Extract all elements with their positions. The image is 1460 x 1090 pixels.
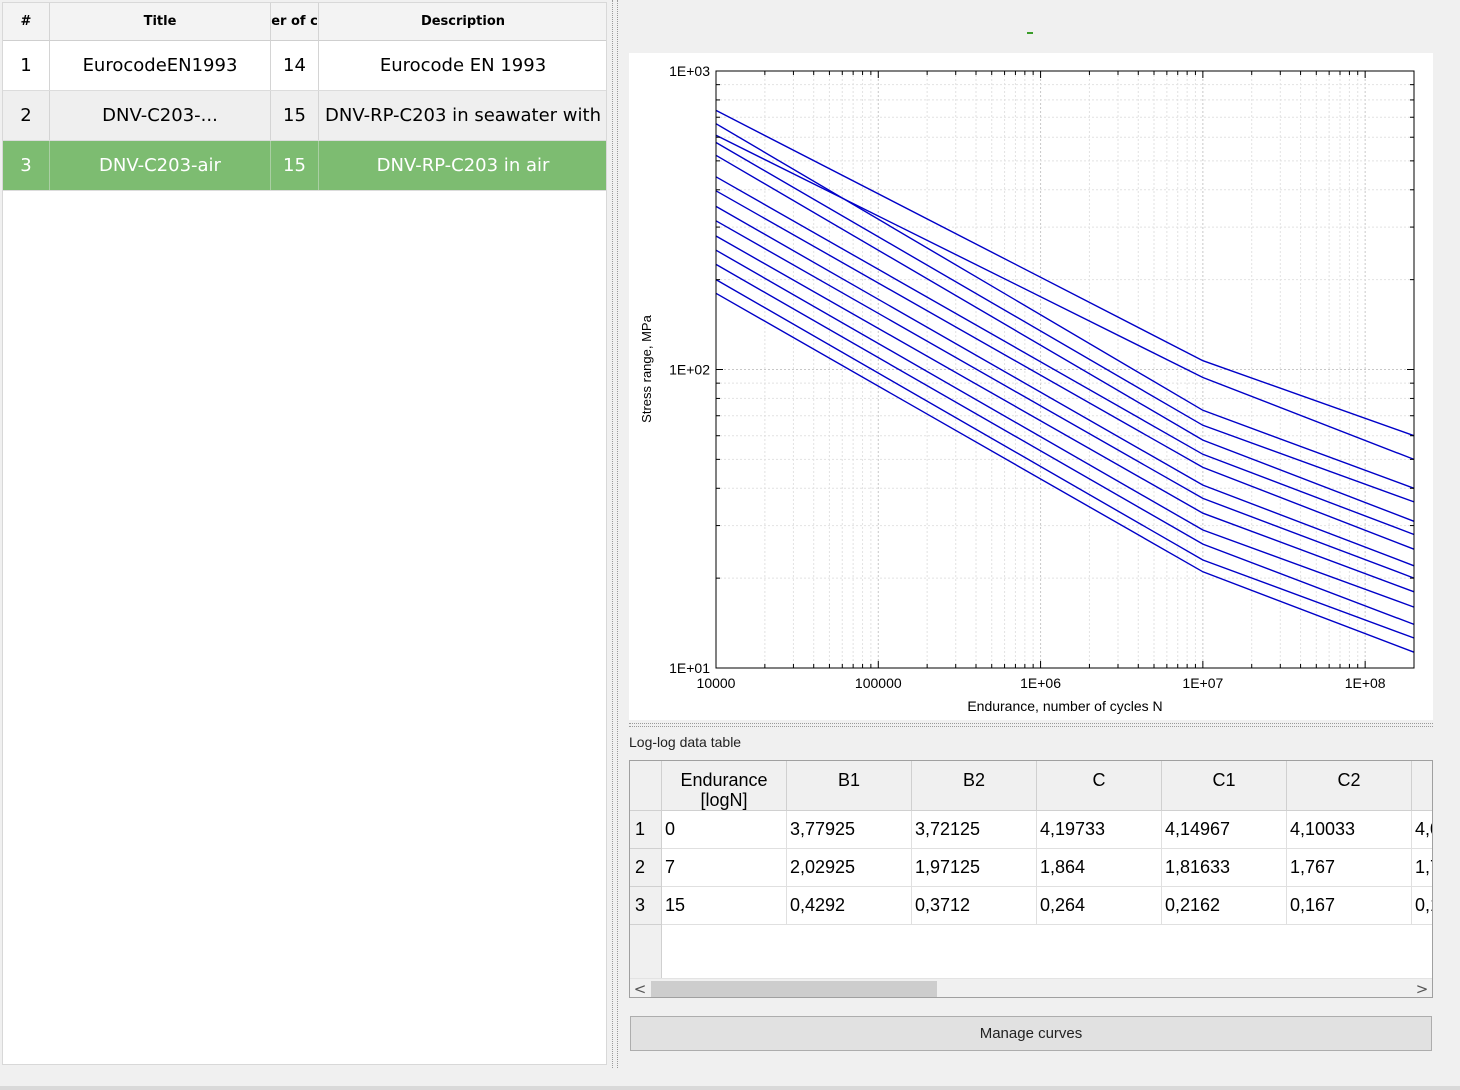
table-cell[interactable]: 0 <box>662 811 787 849</box>
table-cell[interactable]: 0,3712 <box>912 887 1037 925</box>
sn-curve-line-2 <box>715 134 1415 461</box>
y-tick-label: 1E+03 <box>669 63 710 79</box>
table-cell[interactable]: 0,2162 <box>1162 887 1287 925</box>
row-header-3[interactable]: 3 <box>630 887 662 925</box>
sn-curve-line-9 <box>715 220 1415 579</box>
row-index: 2 <box>3 91 50 140</box>
row-count: 15 <box>271 141 319 190</box>
column-header-endurance[interactable]: Endurance [logN] <box>662 761 787 811</box>
row-count: 14 <box>271 41 319 90</box>
x-tick-label: 10000 <box>697 675 736 691</box>
table-cell[interactable]: 4,0 <box>1412 811 1432 849</box>
column-header-title[interactable]: Title <box>50 3 271 41</box>
row-title: DNV-C203-... <box>50 91 271 140</box>
curves-table[interactable]: # Title er of c Description 1 EurocodeEN… <box>2 2 607 1065</box>
curve-row-2[interactable]: 2 DNV-C203-... 15 DNV-RP-C203 in seawate… <box>3 91 606 141</box>
sn-curve-line-8 <box>715 205 1415 567</box>
row-index: 1 <box>3 41 50 90</box>
row-description: DNV-RP-C203 in air <box>319 141 606 190</box>
row-header-2[interactable]: 2 <box>630 849 662 887</box>
x-tick-label: 1E+08 <box>1345 675 1386 691</box>
sn-curve-line-5 <box>715 154 1415 522</box>
x-tick-label: 100000 <box>855 675 902 691</box>
curves-table-header: # Title er of c Description <box>3 3 606 41</box>
column-header-b1[interactable]: B1 <box>787 761 912 811</box>
row-header-gutter <box>630 925 662 979</box>
table-corner[interactable] <box>630 761 662 811</box>
scrollbar-thumb[interactable] <box>651 981 937 997</box>
sn-curve-line-12 <box>715 263 1415 626</box>
row-description: Eurocode EN 1993 <box>319 41 606 90</box>
sn-curve-line-14 <box>715 292 1415 653</box>
column-header-index[interactable]: # <box>3 3 50 41</box>
chart-tick-labels: 10000 100000 1E+06 1E+07 1E+08 1E+01 1E+02 1E+0… <box>669 63 1386 691</box>
table-cell[interactable]: 4,14967 <box>1162 811 1287 849</box>
chart-lines <box>715 109 1415 653</box>
table-cell[interactable]: 2,02925 <box>787 849 912 887</box>
table-cell[interactable]: 0,1 <box>1412 887 1432 925</box>
table-cell[interactable]: 7 <box>662 849 787 887</box>
horizontal-scrollbar[interactable]: < > <box>630 978 1432 997</box>
sn-curve-line-1 <box>715 109 1415 437</box>
column-header-c3[interactable] <box>1412 761 1432 811</box>
column-header-description[interactable]: Description <box>319 3 606 41</box>
row-description: DNV-RP-C203 in seawater with ... <box>319 91 606 140</box>
horizontal-splitter[interactable] <box>629 723 1433 727</box>
sn-curve-line-11 <box>715 249 1415 608</box>
column-header-endurance-line2: [logN] <box>700 790 748 810</box>
table-cell[interactable]: 0,4292 <box>787 887 912 925</box>
sn-curve-line-3 <box>715 123 1415 489</box>
vertical-splitter[interactable] <box>612 0 618 1068</box>
table-cell[interactable]: 3,77925 <box>787 811 912 849</box>
row-title: DNV-C203-air <box>50 141 271 190</box>
row-index: 3 <box>3 141 50 190</box>
status-bar <box>0 1086 1460 1090</box>
x-tick-label: 1E+06 <box>1020 675 1061 691</box>
x-axis-label: Endurance, number of cycles N <box>967 698 1162 714</box>
chart-grid <box>715 70 1415 669</box>
y-tick-label: 1E+01 <box>669 660 710 676</box>
column-header-endurance-line1: Endurance <box>680 770 768 790</box>
y-tick-label: 1E+02 <box>669 362 710 378</box>
column-header-c1[interactable]: C1 <box>1162 761 1287 811</box>
table-cell[interactable]: 1,81633 <box>1162 849 1287 887</box>
row-count: 15 <box>271 91 319 140</box>
table-cell[interactable]: 1,97125 <box>912 849 1037 887</box>
x-tick-label: 1E+07 <box>1182 675 1223 691</box>
data-table-title: Log-log data table <box>629 734 742 750</box>
table-cell[interactable]: 1,864 <box>1037 849 1162 887</box>
row-title: EurocodeEN1993 <box>50 41 271 90</box>
scroll-right-arrow-icon[interactable]: > <box>1412 979 1432 998</box>
y-axis-label: Stress range, MPa <box>639 314 654 422</box>
table-cell[interactable]: 15 <box>662 887 787 925</box>
column-header-c[interactable]: C <box>1037 761 1162 811</box>
table-cell[interactable]: 4,10033 <box>1287 811 1412 849</box>
column-header-c2[interactable]: C2 <box>1287 761 1412 811</box>
sn-curve-line-4 <box>715 141 1415 503</box>
table-cell[interactable]: 1,767 <box>1287 849 1412 887</box>
sn-curve-chart: 10000 100000 1E+06 1E+07 1E+08 1E+01 1E+02 1E+0… <box>629 53 1433 720</box>
column-header-b2[interactable]: B2 <box>912 761 1037 811</box>
table-cell[interactable]: 0,167 <box>1287 887 1412 925</box>
table-cell[interactable]: 0,264 <box>1037 887 1162 925</box>
table-cell[interactable]: 3,72125 <box>912 811 1037 849</box>
scroll-left-arrow-icon[interactable]: < <box>630 979 650 998</box>
column-header-count[interactable]: er of c <box>271 3 319 41</box>
status-indicator <box>1027 32 1033 34</box>
manage-curves-button[interactable]: Manage curves <box>630 1016 1432 1051</box>
chart-canvas: 10000 100000 1E+06 1E+07 1E+08 1E+01 1E+02 1E+0… <box>639 63 1415 714</box>
table-cell[interactable]: 4,19733 <box>1037 811 1162 849</box>
loglog-data-table[interactable]: Endurance [logN] B1 B2 C C1 C2 1 2 3 0 3… <box>629 760 1433 998</box>
curve-row-3[interactable]: 3 DNV-C203-air 15 DNV-RP-C203 in air <box>3 141 606 191</box>
curve-row-1[interactable]: 1 EurocodeEN1993 14 Eurocode EN 1993 <box>3 41 606 91</box>
row-header-1[interactable]: 1 <box>630 811 662 849</box>
table-cell[interactable]: 1,7 <box>1412 849 1432 887</box>
